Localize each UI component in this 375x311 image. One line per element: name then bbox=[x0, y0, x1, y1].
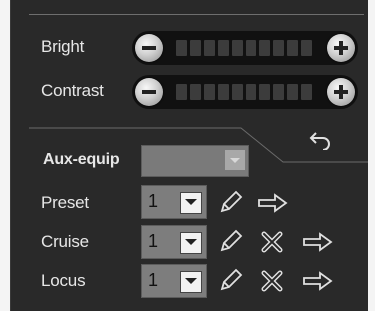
locus-value: 1 bbox=[148, 270, 159, 290]
bright-decrease-button[interactable] bbox=[135, 34, 163, 62]
cruise-value: 1 bbox=[148, 231, 159, 251]
plus-icon bbox=[334, 41, 348, 55]
locus-select[interactable]: 1 bbox=[141, 264, 207, 298]
undo-arrow-icon[interactable] bbox=[308, 130, 334, 150]
bright-level-track[interactable] bbox=[176, 40, 313, 56]
aux-equip-label: Aux-equip bbox=[43, 151, 120, 168]
plus-icon bbox=[334, 85, 348, 99]
right-arrow-icon[interactable] bbox=[302, 232, 334, 252]
cruise-label: Cruise bbox=[41, 232, 89, 251]
contrast-slider[interactable] bbox=[132, 75, 358, 109]
contrast-increase-button[interactable] bbox=[327, 78, 355, 106]
chevron-down-icon[interactable] bbox=[180, 192, 202, 214]
cruise-select[interactable]: 1 bbox=[141, 225, 207, 259]
dropdown-arrow-icon[interactable] bbox=[225, 150, 245, 170]
ptz-control-panel: Bright Contrast Aux-equip Preset 1 Cruis… bbox=[10, 0, 368, 311]
preset-value: 1 bbox=[148, 191, 159, 211]
minus-icon bbox=[142, 46, 156, 50]
minus-icon bbox=[142, 90, 156, 94]
chevron-down-icon[interactable] bbox=[180, 271, 202, 293]
contrast-level-track[interactable] bbox=[176, 84, 313, 100]
delete-x-icon[interactable] bbox=[261, 231, 283, 253]
pencil-icon[interactable] bbox=[217, 268, 243, 294]
chevron-down-icon[interactable] bbox=[180, 232, 202, 254]
delete-x-icon[interactable] bbox=[261, 270, 283, 292]
locus-label: Locus bbox=[41, 271, 86, 290]
bright-slider[interactable] bbox=[132, 31, 358, 65]
right-arrow-icon[interactable] bbox=[257, 193, 289, 213]
preset-label: Preset bbox=[41, 193, 89, 212]
pencil-icon[interactable] bbox=[217, 190, 243, 216]
contrast-decrease-button[interactable] bbox=[135, 78, 163, 106]
preset-select[interactable]: 1 bbox=[141, 185, 207, 219]
bright-label: Bright bbox=[41, 37, 85, 56]
aux-equip-select[interactable] bbox=[141, 145, 249, 177]
right-arrow-icon[interactable] bbox=[302, 271, 334, 291]
bright-increase-button[interactable] bbox=[327, 34, 355, 62]
top-divider bbox=[29, 14, 364, 15]
contrast-label: Contrast bbox=[41, 81, 104, 100]
pencil-icon[interactable] bbox=[217, 229, 243, 255]
